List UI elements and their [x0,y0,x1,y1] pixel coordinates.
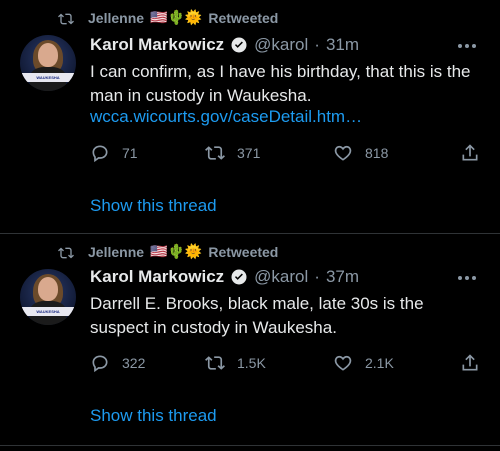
retweet-context: Jellenne 🇺🇸🌵🌞 Retweeted [88,10,278,26]
tweet-header: Karol Markowicz @karol · 31m [90,35,359,55]
retweeter-emoji: 🇺🇸🌵🌞 [150,10,203,26]
verified-badge-icon [231,37,247,53]
heart-icon [334,355,352,371]
tweet-text: Darrell E. Brooks, black male, late 30s … [90,294,424,337]
reply-button[interactable]: 322 [90,353,145,373]
tweet-link[interactable]: wcca.wicourts.gov/caseDetail.htm… [90,107,362,127]
like-count: 2.1K [365,355,394,371]
retweet-count: 371 [237,145,261,161]
retweeter-name[interactable]: Jellenne [88,244,144,260]
author-handle[interactable]: @karol [254,267,308,287]
reply-count: 71 [122,145,138,161]
show-thread-link[interactable]: Show this thread [90,196,217,216]
verified-badge-icon [231,269,247,285]
avatar[interactable]: WAUKESHA [20,269,76,325]
more-options-icon[interactable] [458,44,478,50]
retweet-context: Jellenne 🇺🇸🌵🌞 Retweeted [88,244,278,260]
retweet-icon [205,146,225,160]
retweeted-label: Retweeted [208,244,279,260]
avatar[interactable]: WAUKESHA [20,35,76,91]
tweet-text: I can confirm, as I have his birthday, t… [90,62,471,105]
retweet-count: 1.5K [237,355,266,371]
tweet-header: Karol Markowicz @karol · 37m [90,267,359,287]
like-count: 818 [365,145,389,161]
like-button[interactable]: 2.1K [333,353,394,373]
timestamp[interactable]: 31m [326,35,359,55]
timestamp[interactable]: 37m [326,267,359,287]
retweet-button[interactable]: 1.5K [205,353,266,373]
author-handle[interactable]: @karol [254,35,308,55]
heart-icon [334,145,352,161]
divider [0,445,500,446]
reply-icon [92,145,108,163]
reply-count: 322 [122,355,146,371]
tweet[interactable]: Jellenne 🇺🇸🌵🌞 Retweeted WAUKESHA Karol M… [0,0,500,233]
share-button[interactable] [460,353,480,373]
reply-icon [92,355,108,373]
author-name[interactable]: Karol Markowicz [90,35,224,55]
show-thread-link[interactable]: Show this thread [90,406,217,426]
share-icon [462,354,478,371]
author-name[interactable]: Karol Markowicz [90,267,224,287]
reply-button[interactable]: 71 [90,143,138,163]
retweet-icon [205,356,225,370]
retweeted-label: Retweeted [208,10,279,26]
retweet-button[interactable]: 371 [205,143,260,163]
more-options-icon[interactable] [458,276,478,282]
separator-dot: · [314,267,320,286]
tweet[interactable]: Jellenne 🇺🇸🌵🌞 Retweeted WAUKESHA Karol M… [0,234,500,445]
retweet-icon [58,247,74,259]
separator-dot: · [314,35,320,54]
retweeter-emoji: 🇺🇸🌵🌞 [150,244,203,260]
share-button[interactable] [460,143,480,163]
like-button[interactable]: 818 [333,143,388,163]
share-icon [462,144,478,161]
retweeter-name[interactable]: Jellenne [88,10,144,26]
retweet-icon [58,13,74,25]
